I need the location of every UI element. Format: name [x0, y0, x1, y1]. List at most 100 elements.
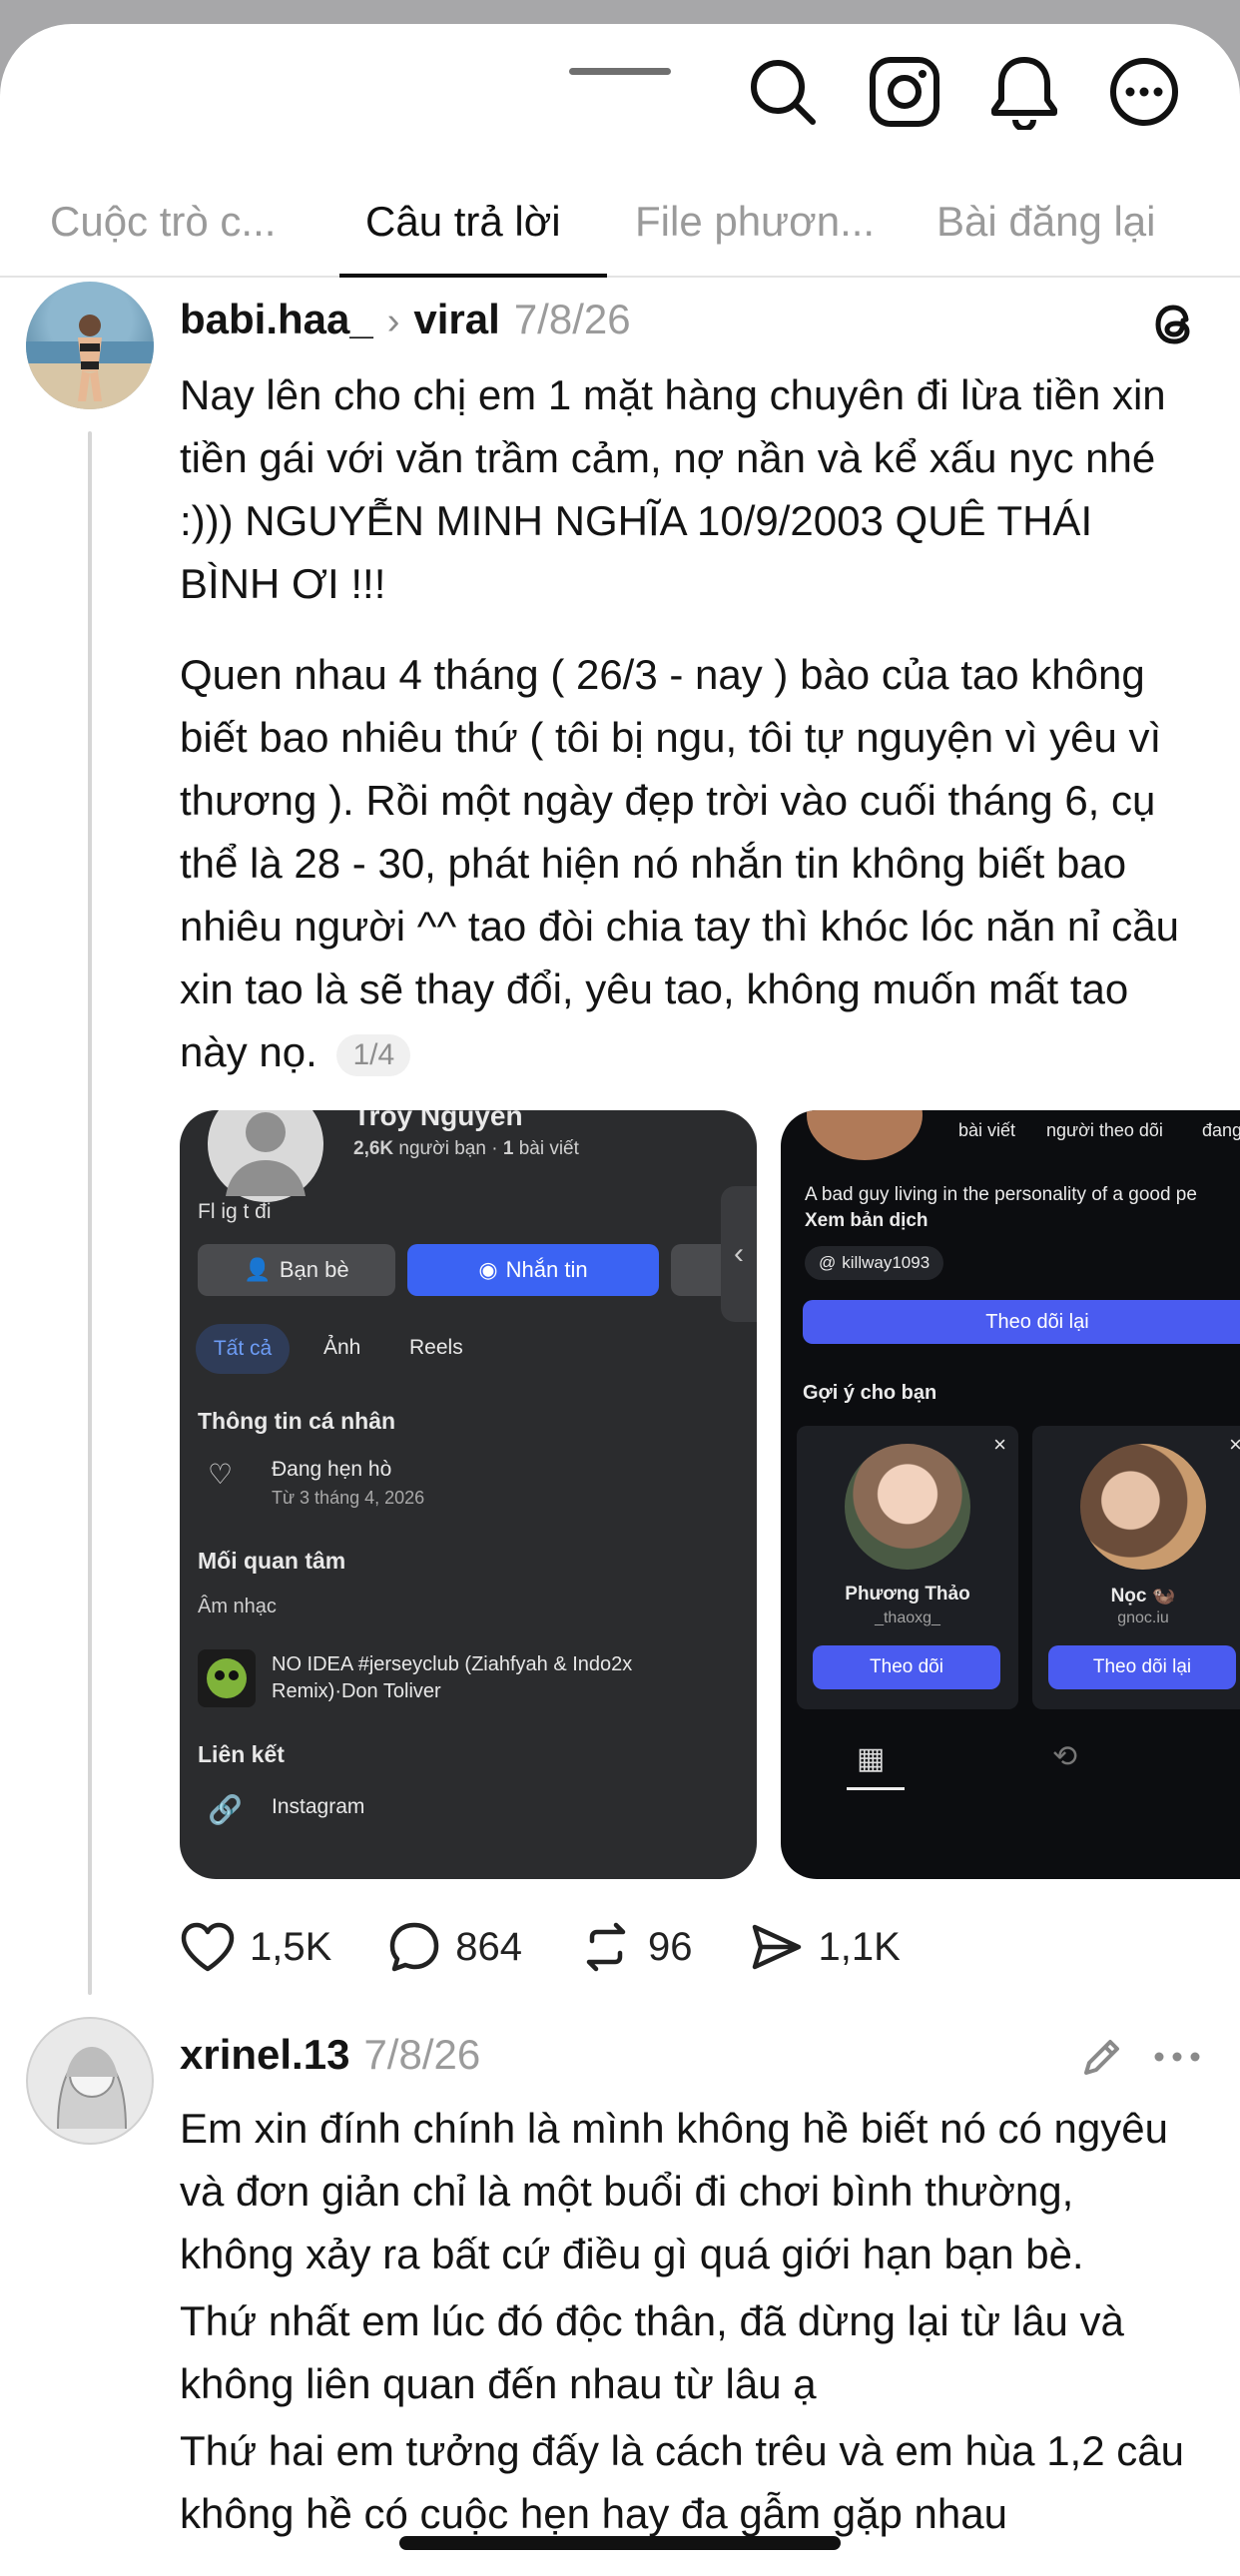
tab-replies[interactable]: Câu trả lời: [365, 198, 561, 246]
ig-bio: A bad guy living in the personality of a…: [805, 1184, 1197, 1205]
more-icon[interactable]: [1104, 52, 1184, 132]
ig-suggestion-card[interactable]: × Phương Thảo _thaoxg_ Theo dõi: [797, 1426, 1018, 1709]
tab-threads[interactable]: Cuộc trò c...: [50, 198, 276, 246]
fb-name: Troy Nguyen: [353, 1110, 523, 1131]
share-button[interactable]: 1,1K: [749, 1921, 901, 1973]
fb-posts-count: 1: [502, 1138, 514, 1159]
post-paragraph: Quen nhau 4 tháng ( 26/3 - nay ) bào của…: [180, 643, 1188, 1083]
fb-music-label: Âm nhạc: [198, 1596, 277, 1617]
post-date: 7/8/26: [513, 296, 631, 342]
comment-count: 864: [455, 1924, 523, 1969]
ig-threads-handle: killway1093: [842, 1253, 930, 1272]
song-cover: [198, 1649, 256, 1707]
profile-sheet: Cuộc trò c... Câu trả lời File phươn... …: [0, 24, 1240, 2576]
heart-outline-icon: ♡: [208, 1459, 234, 1490]
fb-friends-button[interactable]: 👤 Bạn bè: [198, 1244, 395, 1296]
ig-follow-back-button[interactable]: Theo dõi lại: [803, 1300, 1240, 1344]
sheet-grabber[interactable]: [569, 68, 671, 75]
image-counter: 1/4: [336, 1033, 411, 1076]
post-body: Em xin đính chính là mình không hề biết …: [180, 2097, 1188, 2545]
post-meta: babi.haa_ › viral 7/8/26: [180, 296, 631, 343]
repost-count: 96: [648, 1924, 693, 1969]
heart-icon: [181, 1922, 235, 1972]
fb-tab-all[interactable]: Tất cả: [196, 1324, 290, 1374]
fb-stats-separator: ·: [491, 1138, 498, 1159]
suggestion-follow-button[interactable]: Theo dõi: [813, 1645, 1000, 1689]
active-tab-indicator: [339, 274, 607, 278]
fb-info-heading: Thông tin cá nhân: [198, 1408, 396, 1434]
post-date: 7/8/26: [363, 2031, 481, 2078]
close-icon[interactable]: ×: [1229, 1432, 1240, 1458]
avatar[interactable]: [26, 2017, 154, 2145]
like-count: 1,5K: [250, 1924, 332, 1969]
ig-threads-badge[interactable]: @ killway1093: [805, 1246, 944, 1280]
chevron-left-icon[interactable]: ‹: [721, 1186, 757, 1322]
tab-reposts[interactable]: Bài đăng lại: [936, 198, 1156, 246]
close-icon[interactable]: ×: [993, 1432, 1006, 1458]
fb-message-button[interactable]: ◉ Nhắn tin: [407, 1244, 659, 1296]
ig-stat-following: đang: [1202, 1120, 1240, 1140]
instagram-icon[interactable]: [865, 52, 944, 132]
comment-button[interactable]: 864: [387, 1920, 522, 1974]
share-count: 1,1K: [818, 1924, 901, 1969]
repost-icon: [586, 1922, 626, 1972]
fb-posts-label: bài viết: [518, 1138, 579, 1159]
chevron-right-icon: ›: [386, 301, 400, 342]
suggestion-avatar: [1080, 1444, 1206, 1570]
home-indicator[interactable]: [399, 2536, 841, 2550]
post-paragraph: Thứ nhất em lúc đó độc thân, đã dừng lại…: [180, 2297, 1124, 2407]
post-paragraph: Nay lên cho chị em 1 mặt hàng chuyên đi …: [180, 371, 1166, 607]
profile-tabs: Cuộc trò c... Câu trả lời File phươn... …: [0, 174, 1240, 278]
more-horizontal-icon[interactable]: [1152, 2037, 1202, 2082]
fb-stats: 2,6K người bạn · 1 bài viết: [353, 1138, 579, 1160]
messenger-icon: ◉: [478, 1257, 498, 1282]
username[interactable]: xrinel.13: [180, 2031, 349, 2079]
suggestion-avatar: [845, 1444, 970, 1570]
topic-tag[interactable]: viral: [413, 296, 499, 343]
ig-stat-posts: bài viết: [958, 1120, 1016, 1140]
post-body: Nay lên cho chị em 1 mặt hàng chuyên đi …: [180, 363, 1188, 1083]
username[interactable]: babi.haa_: [180, 296, 373, 343]
like-button[interactable]: 1,5K: [180, 1921, 331, 1973]
fb-instagram-link[interactable]: Instagram: [272, 1795, 364, 1819]
suggestion-name: Phương Thảo: [845, 1584, 970, 1605]
repost-button[interactable]: 96: [578, 1919, 693, 1975]
suggestion-follow-button[interactable]: Theo dõi lại: [1048, 1645, 1236, 1689]
suggestion-handle: _thaoxg_: [875, 1610, 940, 1626]
ig-translate[interactable]: Xem bản dịch: [805, 1210, 929, 1232]
suggestion-handle: gnoc.iu: [1117, 1610, 1169, 1626]
fb-song: NO IDEA #jerseyclub (Ziahfyah & Indo2x R…: [272, 1653, 633, 1702]
suggestion-name: Nọc 🦦: [1110, 1586, 1176, 1607]
fb-tab-photos[interactable]: Ảnh: [323, 1336, 360, 1360]
ig-suggestion-card[interactable]: × Nọc 🦦 gnoc.iu Theo dõi lại: [1032, 1426, 1240, 1709]
tab-media[interactable]: File phươn...: [635, 198, 875, 246]
fb-friends-label: người bạn: [398, 1138, 486, 1159]
fb-tab-reels[interactable]: Reels: [409, 1336, 463, 1360]
fb-interests-heading: Mối quan tâm: [198, 1548, 346, 1574]
attached-image-instagram[interactable]: bài viết người theo dõi đang A bad guy l…: [781, 1110, 1240, 1879]
profile-picture: [204, 1110, 327, 1206]
repost-tab-icon[interactable]: ⟲: [1052, 1739, 1077, 1774]
post-actions: 1,5K 864 96 1,1K: [180, 1919, 956, 1975]
attached-image-facebook[interactable]: Troy Nguyen 2,6K người bạn · 1 bài viết …: [180, 1110, 757, 1879]
threads-small-icon: @: [819, 1253, 837, 1272]
ig-suggest-heading: Gợi ý cho bạn: [803, 1382, 937, 1404]
avatar[interactable]: [26, 282, 154, 409]
fb-friends-label: Bạn bè: [279, 1257, 349, 1282]
ig-stat-followers: người theo dõi: [1046, 1120, 1163, 1140]
grid-icon[interactable]: ▦: [857, 1741, 885, 1776]
threads-icon: [1148, 298, 1202, 356]
fb-friends-count: 2,6K: [353, 1138, 394, 1159]
edit-icon[interactable]: [1078, 2035, 1124, 2086]
bell-icon[interactable]: [984, 52, 1064, 132]
search-icon[interactable]: [743, 52, 823, 132]
ig-tab-indicator: [847, 1787, 905, 1790]
link-icon: 🔗: [208, 1794, 243, 1825]
post-paragraph: Em xin đính chính là mình không hề biết …: [180, 2105, 1168, 2277]
post-paragraph: Thứ hai em tưởng đấy là cách trêu và em …: [180, 2427, 1184, 2537]
fb-bio: Fl ig t đi: [198, 1200, 272, 1223]
post-paragraph-text: Quen nhau 4 tháng ( 26/3 - nay ) bào của…: [180, 651, 1180, 1075]
fb-message-label: Nhắn tin: [505, 1257, 588, 1282]
share-icon: [752, 1924, 801, 1970]
fb-relationship: Đang hẹn hò: [272, 1458, 392, 1481]
